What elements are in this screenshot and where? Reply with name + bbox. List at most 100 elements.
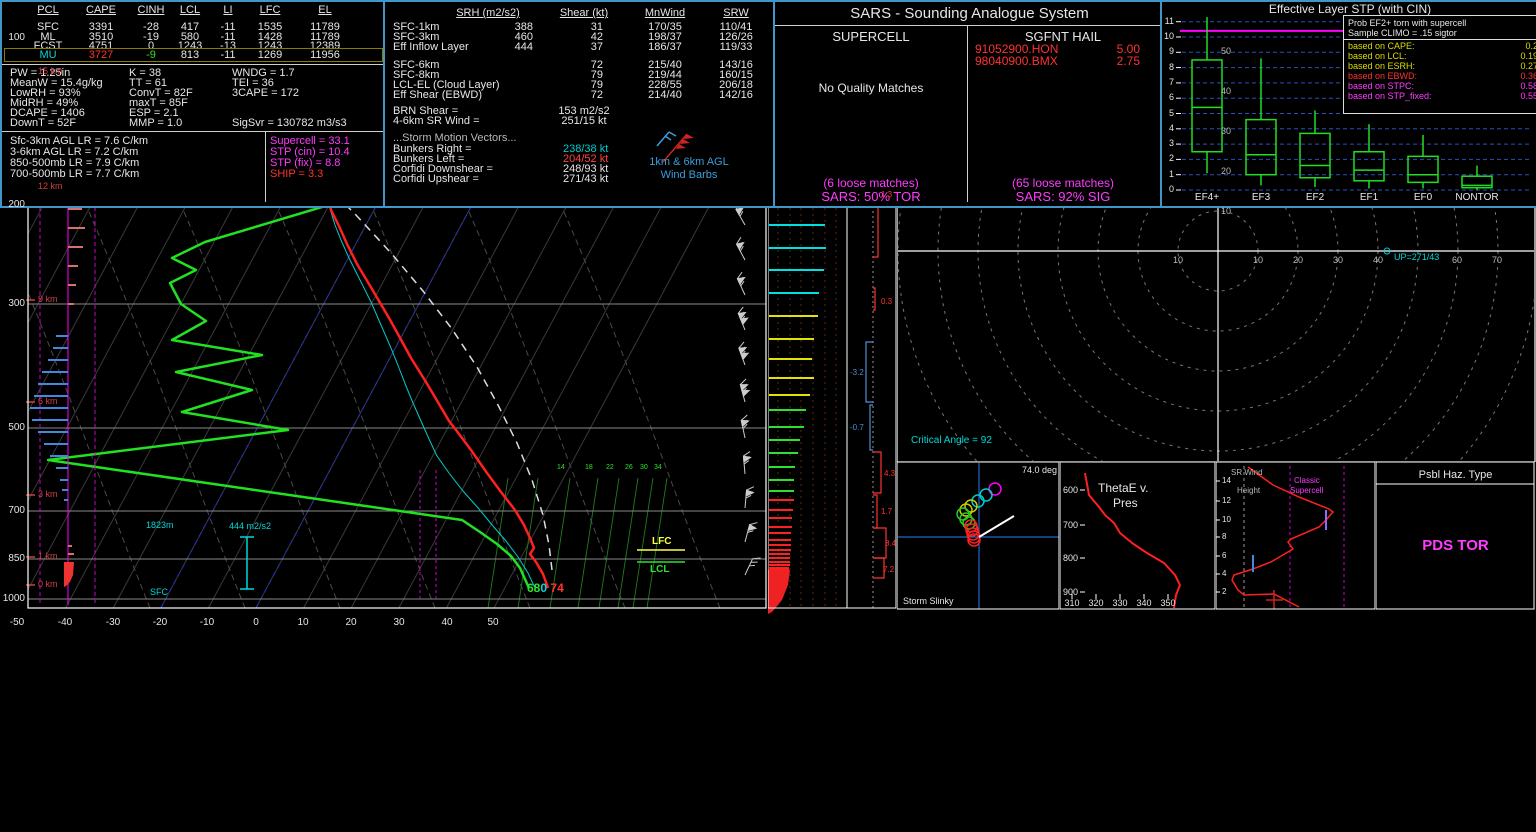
pressure-tick-label: 300 (2, 299, 25, 309)
srwind-y-label: 4 (1222, 570, 1226, 578)
critical-angle-label: Critical Angle = 92 (911, 436, 992, 446)
corfidi-up-label: UP=271/43 (1394, 253, 1439, 262)
classic-supercell-annot-2: Supercell (1290, 487, 1323, 495)
pcl-header: EL (290, 5, 360, 16)
stp-legend-item: 0.27based on ESRH: (1348, 61, 1536, 71)
advection-bracket (873, 452, 881, 493)
thetae-x-label: 320 (1086, 599, 1106, 608)
pressure-tick-label: 200 (2, 200, 25, 210)
stp-box (1408, 156, 1438, 182)
sfc-wetbulb: 0 (540, 581, 547, 595)
storm-motion-label: Corfidi Upshear = (393, 174, 479, 185)
stp-legend: Prob EF2+ torn with supercell Sample CLI… (1343, 15, 1536, 114)
storm-slinky-inset[interactable] (897, 462, 1060, 610)
thetae-y-label: 800 (1062, 554, 1078, 563)
stp-y-label: 2 (1162, 154, 1174, 163)
wind-barb (745, 486, 754, 509)
stp-box (1246, 120, 1276, 175)
barb-caption-line2: Wind Barbs (629, 170, 749, 181)
sars-match-size: 2.75 (1100, 55, 1140, 67)
stp-box (1300, 133, 1330, 177)
hazard-inset[interactable] (1376, 462, 1535, 610)
thetae-x-label: 330 (1110, 599, 1130, 608)
thermo-stat: DownT = 52F (10, 118, 76, 129)
sars-hail-loose: (65 loose matches) (968, 177, 1158, 189)
temperature-tick-label: 10 (288, 618, 318, 628)
stp-category-label: NONTOR (1450, 193, 1504, 203)
stp-y-label: 5 (1162, 109, 1174, 118)
sars-no-matches: No Quality Matches (775, 82, 967, 94)
pressure-tick-label: 1000 (2, 594, 25, 604)
stp-y-label: 3 (1162, 139, 1174, 148)
sars-supercell-header: SUPERCELL (775, 30, 967, 43)
pressure-tick-label: 700 (2, 506, 25, 516)
wind-barb (736, 272, 752, 295)
mixing-ratio-label: 18 (585, 464, 593, 471)
srwind46-value: 251/15 kt (553, 116, 615, 127)
kinematics-header: SRW (708, 8, 764, 19)
wind-barb (745, 521, 757, 544)
wind-barb (739, 379, 751, 402)
thermo-stat: SigSvr = 130782 m3/s3 (232, 118, 347, 129)
hodo-x-tick-label: 10 (1170, 256, 1186, 265)
sharppy-app: { "window": { "title": "SHARPpy: Soundin… (0, 0, 1536, 832)
shear-value: 72 (553, 90, 603, 101)
srwind-y-label: 12 (1222, 497, 1231, 505)
advection-value: 4.3 (884, 470, 895, 478)
sars-hail-prob: SARS: 92% SIG (968, 190, 1158, 203)
mnwind-value: 186/37 (633, 42, 697, 53)
kinematics-header: MnWind (633, 8, 697, 19)
srwind-label-1: SR Wind (1231, 469, 1263, 477)
wind-barb (743, 451, 752, 474)
advection-value: -3.2 (850, 369, 864, 377)
hodo-y-tick-label: 30 (1221, 127, 1231, 136)
pressure-tick-label: 500 (2, 423, 25, 433)
sars-panel: SARS - Sounding Analogue System SUPERCEL… (773, 0, 1166, 208)
temperature-tick-label: 30 (384, 618, 414, 628)
composite-index: SHIP = 3.3 (270, 169, 323, 180)
sfc-label: SFC (150, 588, 168, 597)
sfc-dewpoint: 68 (527, 581, 540, 595)
sars-match-name: 98040900.BMX (975, 55, 1058, 67)
stp-y-label: 6 (1162, 93, 1174, 102)
advection-value: 8.4 (885, 540, 896, 548)
shear-value: 37 (553, 42, 603, 53)
stp-category-label: EF0 (1396, 193, 1450, 203)
stp-y-label: 11 (1162, 17, 1174, 26)
thetae-x-label: 310 (1062, 599, 1082, 608)
srwind-y-label: 8 (1222, 533, 1226, 541)
stp-y-label: 7 (1162, 78, 1174, 87)
slinky-circle (980, 489, 992, 501)
stp-category-label: EF4+ (1180, 193, 1234, 203)
stp-y-label: 4 (1162, 124, 1174, 133)
barb-caption-line1: 1km & 6km AGL (629, 157, 749, 168)
temperature-tick-label: 50 (478, 618, 508, 628)
kinematics-header: SRH (m2/s2) (443, 8, 533, 19)
thermo-stat: 3CAPE = 172 (232, 88, 299, 99)
storm-motion-value: 271/43 kt (563, 174, 608, 185)
hazard-value: PDS TOR (1376, 538, 1535, 553)
thermo-stat: MMP = 1.0 (129, 118, 182, 129)
advection-value: 1.7 (881, 508, 892, 516)
sfc-temperature: 74 (550, 581, 563, 595)
classic-supercell-annot-1: Classic (1294, 477, 1320, 485)
hazard-title: Psbl Haz. Type (1376, 470, 1535, 481)
stp-legend-title-2: Sample CLIMO = .15 sigtor (1348, 28, 1536, 38)
srwind-y-label: 6 (1222, 552, 1226, 560)
srwind-y-label: 14 (1222, 477, 1231, 485)
thetae-x-label: 350 (1158, 599, 1178, 608)
km-height-label: 0 km (38, 580, 58, 589)
srwind46-label: 4-6km SR Wind = (393, 116, 480, 127)
wind-barb (735, 237, 752, 260)
slinky-circle (989, 483, 1001, 495)
wind-barb (737, 307, 752, 330)
pcl-cell: 11956 (290, 50, 360, 61)
stp-boxplot-panel: Effective Layer STP (with CIN) Prob EF2+… (1160, 0, 1536, 208)
hodo-x-tick-label: 40 (1370, 256, 1386, 265)
stp-y-label: 1 (1162, 170, 1174, 179)
srw-value: 142/16 (708, 90, 764, 101)
hodo-y-tick-label: 50 (1221, 47, 1231, 56)
hodo-y-tick-label: 40 (1221, 87, 1231, 96)
hodo-x-tick-label: 60 (1449, 256, 1465, 265)
wind-barb (740, 415, 751, 438)
